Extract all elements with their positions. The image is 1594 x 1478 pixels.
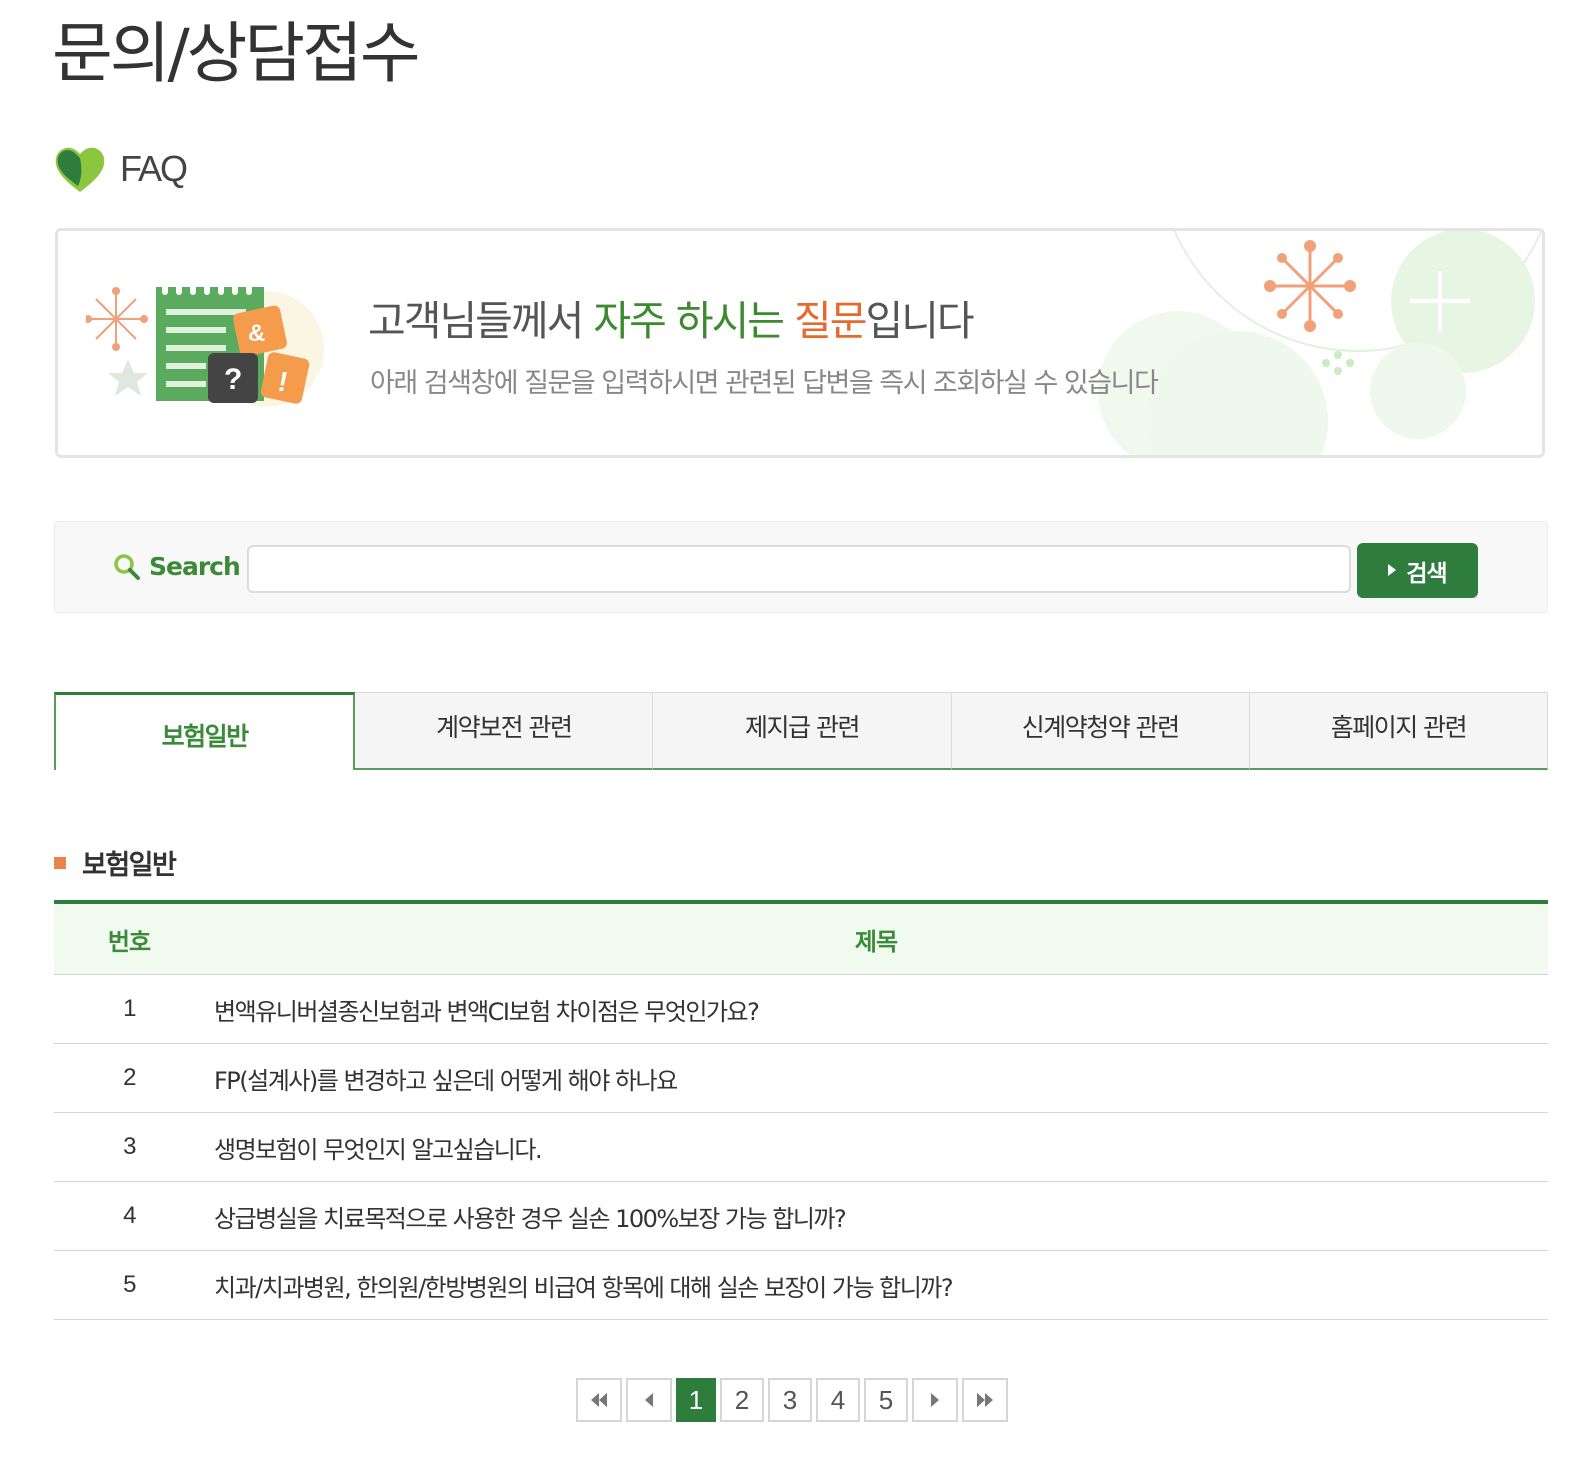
row-title-link[interactable]: 치과/치과병원, 한의원/한방병원의 비급여 항목에 대해 실손 보장이 가능 … (204, 1250, 1548, 1320)
first-page-button[interactable] (576, 1378, 622, 1422)
amp-glyph: & (248, 320, 265, 347)
banner-title-part1: 고객님들께서 (368, 297, 594, 345)
page-5-button[interactable]: 5 (864, 1378, 908, 1422)
row-number: 2 (54, 1043, 204, 1113)
heart-leaf-icon (55, 147, 105, 192)
row-title-link[interactable]: 상급병실을 치료목적으로 사용한 경우 실손 100%보장 가능 합니까? (204, 1181, 1548, 1251)
row-title-link[interactable]: FP(설계사)를 변경하고 싶은데 어떻게 해야 하나요 (204, 1043, 1548, 1113)
chevron-left-icon (645, 1393, 653, 1407)
table-row[interactable]: 5 치과/치과병원, 한의원/한방병원의 비급여 항목에 대해 실손 보장이 가… (54, 1250, 1548, 1320)
banner-title-part2: 입니다 (865, 297, 974, 345)
page-4-button[interactable]: 4 (816, 1378, 860, 1422)
row-number: 4 (54, 1181, 204, 1251)
faq-banner: & ? ! 고객님들께서 자주 하시는 질문입니다 아래 검색창에 질문을 입력… (55, 228, 1545, 458)
question-glyph: ? (224, 363, 242, 396)
square-bullet-icon (54, 856, 66, 869)
tab-insurance-general[interactable]: 보험일반 (54, 692, 356, 770)
row-title-link[interactable]: 변액유니버셜종신보험과 변액CI보험 차이점은 무엇인가요? (204, 974, 1548, 1044)
page-3-button[interactable]: 3 (768, 1378, 812, 1422)
last-page-button[interactable] (962, 1378, 1008, 1422)
search-icon (114, 553, 140, 580)
double-chevron-left-icon (591, 1393, 607, 1407)
row-number: 3 (54, 1112, 204, 1182)
faq-table: 번호 제목 1 변액유니버셜종신보험과 변액CI보험 차이점은 무엇인가요? 2… (54, 900, 1548, 1320)
section-title: 보험일반 (82, 850, 177, 881)
tab-homepage[interactable]: 홈페이지 관련 (1249, 692, 1549, 770)
table-header-row: 번호 제목 (54, 902, 1548, 975)
search-input[interactable] (247, 545, 1351, 593)
table-row[interactable]: 1 변액유니버셜종신보험과 변액CI보험 차이점은 무엇인가요? (54, 974, 1548, 1044)
prev-page-button[interactable] (626, 1378, 672, 1422)
page-title: 문의/상담접수 (52, 15, 421, 92)
section-heading: 보험일반 (54, 843, 177, 882)
faq-heading: FAQ (54, 144, 188, 194)
table-row[interactable]: 2 FP(설계사)를 변경하고 싶은데 어떻게 해야 하나요 (54, 1043, 1548, 1113)
play-triangle-icon (1388, 563, 1397, 576)
row-title-link[interactable]: 생명보험이 무엇인지 알고싶습니다. (204, 1112, 1548, 1182)
banner-title-orange: 질문 (794, 297, 867, 345)
row-number: 5 (54, 1250, 204, 1320)
double-chevron-right-icon (977, 1393, 993, 1407)
search-button[interactable]: 검색 (1357, 543, 1478, 598)
row-number: 1 (54, 974, 204, 1044)
column-header-number: 번호 (54, 902, 204, 975)
search-button-label: 검색 (1406, 560, 1447, 587)
exclamation-glyph: ! (278, 366, 287, 397)
pagination: 1 2 3 4 5 (576, 1378, 1008, 1422)
banner-subtitle: 아래 검색창에 질문을 입력하시면 관련된 답변을 즉시 조회하실 수 있습니다 (370, 368, 1159, 399)
faq-label: FAQ (120, 148, 188, 189)
search-label-text: Search (149, 552, 241, 581)
next-page-button[interactable] (912, 1378, 958, 1422)
faq-illustration: & ? ! (86, 281, 324, 407)
category-tabs: 보험일반 계약보전 관련 제지급 관련 신계약청약 관련 홈페이지 관련 (54, 692, 1549, 772)
tab-new-contract[interactable]: 신계약청약 관련 (951, 692, 1250, 770)
search-panel: Search 검색 (54, 521, 1548, 613)
table-row[interactable]: 4 상급병실을 치료목적으로 사용한 경우 실손 100%보장 가능 합니까? (54, 1181, 1548, 1251)
search-label: Search (113, 552, 241, 581)
banner-title: 고객님들께서 자주 하시는 질문입니다 (368, 287, 975, 347)
page-2-button[interactable]: 2 (720, 1378, 764, 1422)
banner-title-green: 자주 하시는 (593, 297, 795, 345)
column-header-title: 제목 (204, 902, 1548, 975)
tab-claims-payment[interactable]: 제지급 관련 (653, 692, 952, 770)
tab-contract-maintenance[interactable]: 계약보전 관련 (355, 692, 654, 770)
table-row[interactable]: 3 생명보험이 무엇인지 알고싶습니다. (54, 1112, 1548, 1182)
chevron-right-icon (931, 1393, 939, 1407)
page-1-button[interactable]: 1 (676, 1378, 716, 1422)
